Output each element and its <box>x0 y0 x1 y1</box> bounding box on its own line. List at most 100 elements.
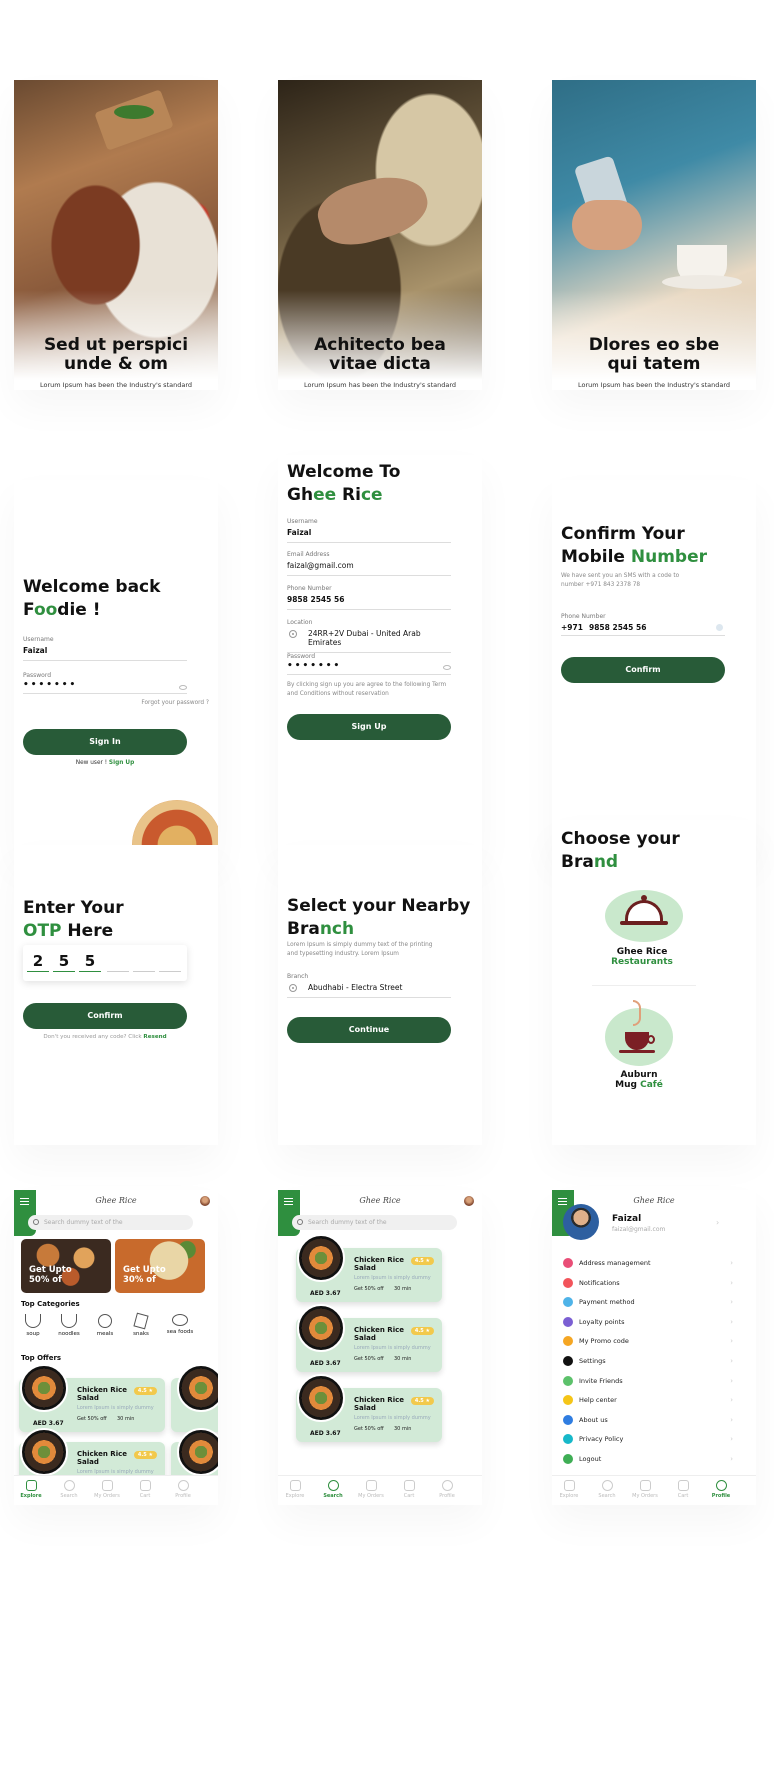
phone-field[interactable]: +971 9858 2545 56 <box>561 622 725 636</box>
page-title: Choose your Brand <box>561 829 680 872</box>
delivery-time: 30 min <box>394 1426 412 1432</box>
onboarding-screen-2: Achitecto bea vitae dicta Lorum Ipsum has… <box>278 80 482 390</box>
menu-item[interactable]: Invite Friends › <box>563 1375 733 1387</box>
food-card[interactable]: Chicken Rice Salad 4.5 ★ Lorem Ipsum is … <box>19 1364 165 1432</box>
nav-search[interactable]: Search <box>54 1480 84 1499</box>
rating-badge: 4.5 ★ <box>133 1451 157 1459</box>
password-field[interactable]: ••••••• <box>23 680 187 694</box>
eye-icon[interactable] <box>179 685 187 690</box>
otp-input-box[interactable]: 2 5 5 <box>23 945 187 981</box>
phone-field[interactable]: 9858 2545 56 <box>287 595 451 610</box>
page-title: Welcome To Ghee Rice <box>287 462 401 505</box>
eye-icon[interactable] <box>443 665 451 670</box>
resend-link[interactable]: Resend <box>143 1034 166 1040</box>
category-noodles[interactable]: noodles <box>54 1314 84 1337</box>
menu-item-label: Address management <box>579 1259 651 1267</box>
rating-badge: 4.5 ★ <box>410 1257 434 1265</box>
offer-banner-2[interactable]: Get Upto 30% of <box>115 1239 205 1293</box>
menu-item[interactable]: Address management › <box>563 1257 733 1269</box>
signup-screen: Welcome To Ghee Rice Username Faizal Ema… <box>278 455 482 855</box>
search-input[interactable]: Search dummy text of the <box>292 1215 457 1230</box>
signup-button[interactable]: Sign Up <box>287 714 451 740</box>
food-card[interactable]: Chicken Rice Salad 4.5 ★ Lorem Ipsum is … <box>296 1374 442 1442</box>
bottom-navigation: Explore Search My Orders Cart Profile <box>552 1475 756 1505</box>
signup-link[interactable]: Sign Up <box>109 760 134 766</box>
nav-explore[interactable]: Explore <box>280 1480 310 1499</box>
avatar[interactable] <box>200 1196 210 1206</box>
nav-my-orders[interactable]: My Orders <box>356 1480 386 1499</box>
rating-badge: 4.5 ★ <box>410 1397 434 1405</box>
menu-item-label: Logout <box>579 1455 602 1463</box>
password-field[interactable]: ••••••• <box>287 661 451 675</box>
nav-cart[interactable]: Cart <box>394 1480 424 1499</box>
nav-my-orders[interactable]: My Orders <box>630 1480 660 1499</box>
otp-digit[interactable] <box>133 950 155 972</box>
menu-item[interactable]: Notifications › <box>563 1277 733 1289</box>
brand-card-ghee-rice[interactable] <box>605 890 683 942</box>
food-description: Lorem Ipsum is simply dummy <box>77 1405 154 1411</box>
username-field[interactable]: Faizal <box>23 646 187 661</box>
nav-explore[interactable]: Explore <box>16 1480 46 1499</box>
forgot-password-link[interactable]: Forgot your password ? <box>141 699 209 708</box>
menu-item[interactable]: Logout › <box>563 1453 733 1465</box>
chevron-right-icon: › <box>730 1317 733 1326</box>
onboarding-description: Lorum Ipsum has been the Industry's stan… <box>39 381 193 389</box>
check-icon <box>716 624 723 631</box>
brand-card-auburn-mug[interactable] <box>605 1000 673 1066</box>
confirm-button[interactable]: Confirm <box>23 1003 187 1029</box>
page-title: Select your Nearby Branch <box>287 896 471 939</box>
delivery-time: 30 min <box>394 1286 412 1292</box>
noodles-icon <box>61 1314 77 1328</box>
nav-explore[interactable]: Explore <box>554 1480 584 1499</box>
signin-button[interactable]: Sign In <box>23 729 187 755</box>
food-card[interactable]: Chicken Rice Salad 4.5 ★ Lorem Ipsum is … <box>296 1234 442 1302</box>
location-field[interactable]: 24RR+2V Dubai - United Arab Emirates <box>287 629 451 653</box>
nav-cart[interactable]: Cart <box>130 1480 160 1499</box>
confirm-button[interactable]: Confirm <box>561 657 725 683</box>
menu-item[interactable]: Settings › <box>563 1355 733 1367</box>
food-card-peek[interactable] <box>171 1364 218 1432</box>
food-image <box>297 1374 345 1422</box>
category-soup[interactable]: soup <box>18 1314 48 1337</box>
otp-digit[interactable]: 5 <box>79 950 101 972</box>
menu-item[interactable]: About us › <box>563 1414 733 1426</box>
otp-digit[interactable] <box>159 950 181 972</box>
nav-profile[interactable]: Profile <box>432 1480 462 1499</box>
category-meals[interactable]: meals <box>90 1314 120 1337</box>
menu-item[interactable]: Loyalty points › <box>563 1316 733 1328</box>
search-icon <box>297 1219 303 1225</box>
username-field[interactable]: Faizal <box>287 528 451 543</box>
continue-button[interactable]: Continue <box>287 1017 451 1043</box>
category-sea-foods[interactable]: sea foods <box>162 1314 198 1335</box>
nav-profile[interactable]: Profile <box>706 1480 736 1499</box>
branch-note: Lorem Ipsum is simply dummy text of the … <box>287 942 433 957</box>
branch-select[interactable]: Abudhabi - Electra Street <box>287 983 451 998</box>
search-input[interactable]: Search dummy text of the <box>28 1215 193 1230</box>
nav-my-orders[interactable]: My Orders <box>92 1480 122 1499</box>
profile-icon <box>715 1480 727 1491</box>
menu-item[interactable]: Privacy Policy › <box>563 1433 733 1445</box>
top-bar: Ghee Rice Search dummy text of the <box>278 1190 482 1242</box>
otp-digit[interactable]: 5 <box>53 950 75 972</box>
avatar[interactable] <box>563 1204 599 1240</box>
chevron-right-icon[interactable]: › <box>716 1218 719 1227</box>
menu-item[interactable]: My Promo code › <box>563 1335 733 1347</box>
country-code[interactable]: +971 <box>561 623 583 632</box>
email-field[interactable]: faizal@gmail.com <box>287 561 451 576</box>
otp-digit[interactable]: 2 <box>27 950 49 972</box>
offer-banner-text: Get Upto 50% of <box>29 1265 72 1285</box>
discount: Get 50% off <box>354 1286 384 1292</box>
nav-search[interactable]: Search <box>318 1480 348 1499</box>
menu-item[interactable]: Help center › <box>563 1394 733 1406</box>
terms-text: By clicking sign up you are agree to the… <box>287 682 447 697</box>
category-snaks[interactable]: snaks <box>126 1312 156 1337</box>
delivery-time: 30 min <box>117 1416 135 1422</box>
avatar[interactable] <box>464 1196 474 1206</box>
menu-item[interactable]: Payment method › <box>563 1296 733 1308</box>
otp-digit[interactable] <box>107 950 129 972</box>
offer-banner-1[interactable]: Get Upto 50% of <box>21 1239 111 1293</box>
food-card[interactable]: Chicken Rice Salad 4.5 ★ Lorem Ipsum is … <box>296 1304 442 1372</box>
nav-cart[interactable]: Cart <box>668 1480 698 1499</box>
nav-profile[interactable]: Profile <box>168 1480 198 1499</box>
nav-search[interactable]: Search <box>592 1480 622 1499</box>
